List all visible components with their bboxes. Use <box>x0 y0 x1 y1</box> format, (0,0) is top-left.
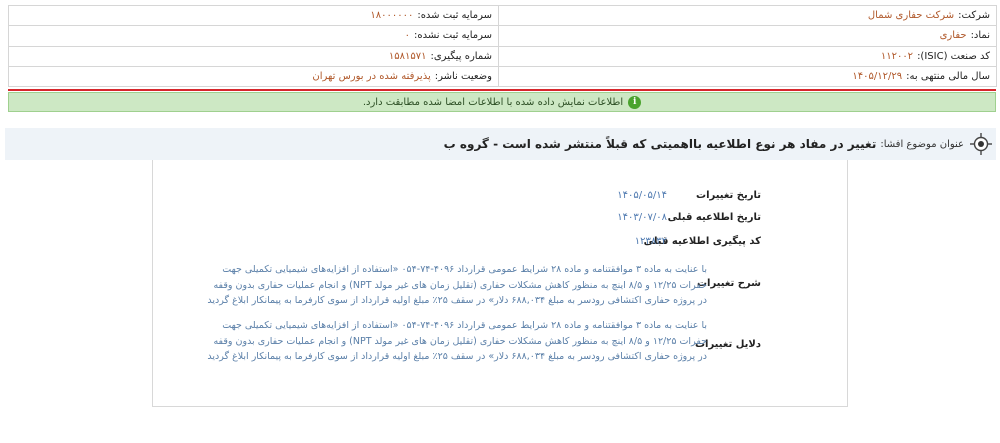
description-line: با عنایت به ماده ۳ موافقتنامه و ماده ۲۸ … <box>222 264 707 275</box>
publisher-status-value: پذیرفته شده در بورس تهران <box>312 70 431 82</box>
reasons-line: در پروژه حفاری اکتشافی رودسر به مبلغ ۶۸۸… <box>207 351 707 362</box>
unregistered-capital-cell: سرمایه ثبت نشده:۰ <box>8 25 499 47</box>
fiscal-year-label: سال مالی منتهی به: <box>906 70 990 82</box>
change-date-value: ۱۴۰۵/۰۵/۱۴ <box>617 190 667 201</box>
company-label: شرکت: <box>958 10 990 22</box>
publisher-status-cell: وضعیت ناشر:پذیرفته شده در بورس تهران <box>8 65 499 88</box>
unregistered-capital-value: ۰ <box>404 30 411 42</box>
info-row-fiscal: سال مالی منتهی به:۱۴۰۵/۱۲/۲۹ وضعیت ناشر:… <box>8 65 997 88</box>
isic-cell: کد صنعت (ISIC):۱۱۲۰۰۲ <box>498 45 997 67</box>
publisher-status-label: وضعیت ناشر: <box>434 70 492 82</box>
symbol-label: نماد: <box>970 30 990 42</box>
target-icon <box>970 133 992 155</box>
company-cell: شرکت: شرکت حفاری شمال <box>498 4 997 27</box>
company-value[interactable]: شرکت حفاری شمال <box>868 10 954 21</box>
description-line: در پروژه حفاری اکتشافی رودسر به مبلغ ۶۸۸… <box>207 295 707 306</box>
registered-capital-cell: سرمایه ثبت شده:۱۸۰۰۰۰۰۰ <box>8 4 499 27</box>
tracking-number-value: ۱۵۸۱۵۷۱ <box>388 50 427 62</box>
company-info-table: شرکت: شرکت حفاری شمال سرمایه ثبت شده:۱۸۰۰… <box>8 4 997 88</box>
disclosure-topic-bar: عنوان موضوع افشا: تغییر در مفاد هر نوع ا… <box>5 128 996 160</box>
info-icon: i <box>628 95 642 109</box>
reasons-text: با عنایت به ماده ۳ موافقتنامه و ماده ۲۸ … <box>207 318 707 365</box>
tracking-number-cell: شماره پیگیری:۱۵۸۱۵۷۱ <box>8 45 499 67</box>
info-row-symbol: نماد:حفاری سرمایه ثبت نشده:۰ <box>8 25 997 47</box>
fiscal-year-value: ۱۴۰۵/۱۲/۲۹ <box>852 70 903 82</box>
red-divider <box>8 89 996 91</box>
registered-capital-value: ۱۸۰۰۰۰۰۰ <box>370 10 414 22</box>
verification-notice: i اطلاعات نمایش داده شده با اطلاعات امضا… <box>8 92 996 112</box>
isic-label: کد صنعت (ISIC): <box>917 50 990 62</box>
fiscal-year-cell: سال مالی منتهی به:۱۴۰۵/۱۲/۲۹ <box>498 65 997 88</box>
registered-capital-label: سرمایه ثبت شده: <box>417 10 492 22</box>
unregistered-capital-label: سرمایه ثبت نشده: <box>414 30 492 42</box>
notice-text: اطلاعات نمایش داده شده با اطلاعات امضا ش… <box>362 96 624 108</box>
info-row-isic: کد صنعت (ISIC):۱۱۲۰۰۲ شماره پیگیری:۱۵۸۱۵… <box>8 45 997 67</box>
description-text: با عنایت به ماده ۳ موافقتنامه و ماده ۲۸ … <box>207 262 707 309</box>
reasons-line: حفرات ۱۲/۲۵ و ۸/۵ اینچ به منظور کاهش مشک… <box>213 335 707 347</box>
symbol-value[interactable]: حفاری <box>940 30 967 41</box>
symbol-cell: نماد:حفاری <box>498 25 997 47</box>
change-date-label: تاریخ تغییرات <box>696 190 761 201</box>
prev-date-label: تاریخ اطلاعیه قبلی <box>667 212 761 223</box>
tracking-number-label: شماره پیگیری: <box>430 50 492 62</box>
prev-date-value: ۱۴۰۳/۰۷/۰۸ <box>617 212 667 223</box>
prev-code-value: ۱۲۳۸۳۲ <box>634 236 667 247</box>
info-row-company: شرکت: شرکت حفاری شمال سرمایه ثبت شده:۱۸۰۰… <box>8 4 997 27</box>
description-line: حفرات ۱۲/۲۵ و ۸/۵ اینچ به منظور کاهش مشک… <box>213 279 707 291</box>
topic-label: عنوان موضوع افشا: <box>880 138 964 150</box>
reasons-line: با عنایت به ماده ۳ موافقتنامه و ماده ۲۸ … <box>222 320 707 331</box>
isic-value: ۱۱۲۰۰۲ <box>880 50 914 62</box>
topic-title: تغییر در مفاد هر نوع اطلاعیه بااهمیتی که… <box>443 137 877 151</box>
disclosure-details-panel: تاریخ تغییرات ۱۴۰۵/۰۵/۱۴ تاریخ اطلاعیه ق… <box>152 160 848 407</box>
